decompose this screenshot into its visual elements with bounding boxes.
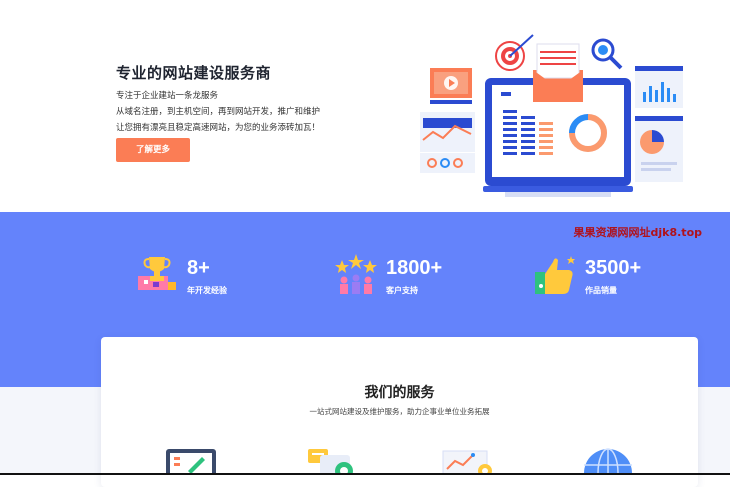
hero-subtitle: 专注于企业建站一条龙服务 — [116, 91, 219, 101]
hero-description: 从域名注册，到主机空间，再到网站开发，推广和维护让您拥有漂亮且稳定高速网站，为您… — [116, 107, 321, 133]
hero-illustration — [420, 34, 683, 197]
stat-label: 客户支持 — [386, 286, 418, 295]
watermark-text: 果果资源网网址djk8.top — [573, 226, 702, 239]
trophy-icon — [138, 257, 176, 290]
services-card: 我们的服务 一站式网站建设及维护服务，助力企事业单位业务拓展 — [101, 337, 698, 487]
services-subtitle: 一站式网站建设及维护服务，助力企事业单位业务拓展 — [309, 407, 490, 416]
stat-label: 年开发经验 — [187, 286, 227, 295]
stat-number: 8+ — [187, 257, 210, 279]
hero-title: 专业的网站建设服务商 — [116, 64, 272, 82]
thumbs-up-icon — [535, 256, 575, 294]
stat-number: 1800+ — [386, 257, 443, 279]
customers-stars-icon — [335, 254, 377, 294]
globe-icon — [584, 448, 632, 475]
design-icon — [166, 449, 216, 475]
learn-more-button[interactable]: 了解更多 — [116, 138, 190, 162]
services-title: 我们的服务 — [364, 385, 435, 401]
chart-report-icon — [442, 450, 492, 475]
chat-support-icon — [308, 449, 353, 475]
stat-label: 作品销量 — [585, 286, 617, 295]
hero-section: 专业的网站建设服务商 专注于企业建站一条龙服务 从域名注册，到主机空间，再到网站… — [0, 0, 730, 212]
stat-number: 3500+ — [585, 257, 642, 279]
